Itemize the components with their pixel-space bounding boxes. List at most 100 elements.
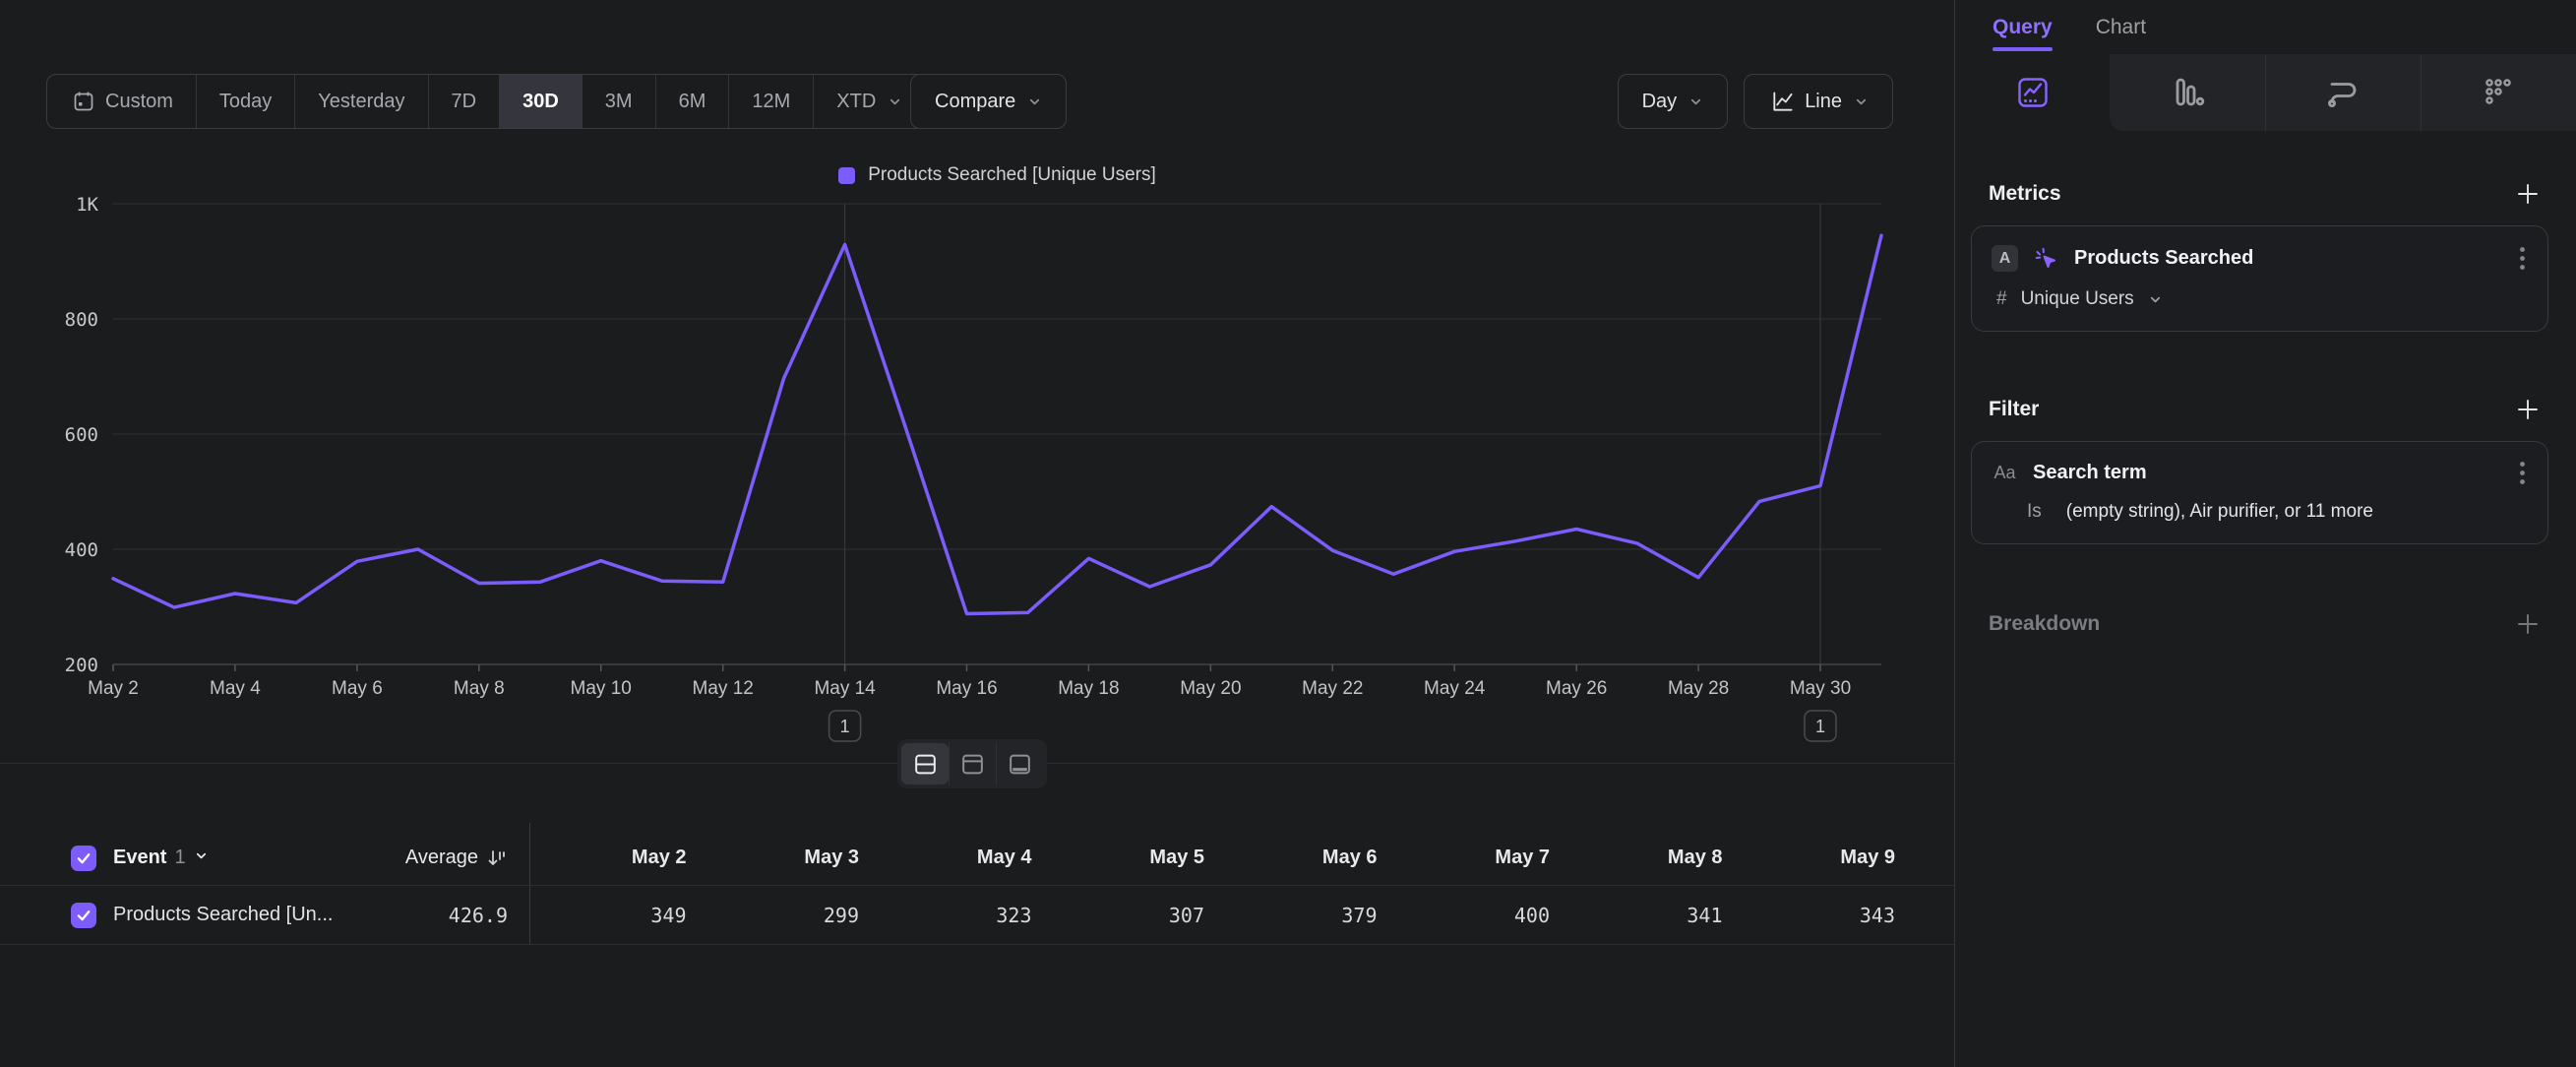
- panel-top-layout-button[interactable]: [949, 743, 996, 785]
- range-label: Custom: [105, 91, 173, 113]
- add-filter-button[interactable]: [2515, 397, 2541, 422]
- panel-bottom-icon: [1007, 751, 1033, 778]
- svg-text:200: 200: [65, 655, 98, 676]
- range-custom-button[interactable]: Custom: [47, 75, 196, 128]
- range-6m-button[interactable]: 6M: [655, 75, 729, 128]
- svg-text:May 20: May 20: [1180, 678, 1241, 699]
- tab-chart[interactable]: Chart: [2096, 0, 2146, 54]
- range-label: 30D: [522, 91, 559, 113]
- compare-button[interactable]: Compare: [910, 74, 1067, 129]
- table-value-cell: 349: [529, 904, 703, 927]
- svg-text:May 4: May 4: [210, 678, 261, 699]
- filter-card[interactable]: Aa Search term Is (empty string), Air pu…: [1971, 441, 2548, 544]
- toolbar: Custom Today Yesterday7D 30D 3M 6M 12M XTD Comp…: [0, 74, 1954, 129]
- counting-method-label: Unique Users: [2021, 288, 2134, 310]
- table-value-cell: 343: [1739, 904, 1912, 927]
- calendar-icon: [72, 90, 95, 113]
- tab-retention[interactable]: [2421, 54, 2576, 131]
- filter-condition[interactable]: Is (empty string), Air purifier, or 11 m…: [1992, 501, 2528, 523]
- metric-letter-badge: A: [1992, 245, 2018, 272]
- average-column-label: Average: [405, 847, 478, 869]
- svg-text:1K: 1K: [76, 194, 98, 216]
- table-value-cell: 323: [875, 904, 1048, 927]
- add-metric-button[interactable]: [2515, 181, 2541, 207]
- row-checkbox[interactable]: [71, 903, 96, 928]
- filter-card-row: Aa Search term: [1992, 461, 2528, 485]
- filter-menu-button[interactable]: [2517, 461, 2528, 485]
- table-row-left: Products Searched [Un... 426.9: [0, 886, 529, 944]
- svg-text:May 2: May 2: [88, 678, 139, 699]
- table-header-row: Event 1 Average May 2May 3May 4May 5May …: [0, 831, 1954, 886]
- tab-insights[interactable]: [1955, 54, 2110, 131]
- granularity-label: Day: [1642, 91, 1678, 113]
- chevron-down-icon: [1027, 94, 1042, 109]
- metric-name: Products Searched: [2074, 247, 2253, 270]
- panel-split-layout-button[interactable]: [901, 743, 949, 785]
- filter-operator: Is: [2027, 501, 2042, 523]
- svg-text:May 12: May 12: [693, 678, 754, 699]
- event-click-icon: [2033, 245, 2059, 272]
- panel-bottom-layout-button[interactable]: [996, 743, 1043, 785]
- svg-text:May 28: May 28: [1668, 678, 1729, 699]
- main-panel: Custom Today Yesterday7D 30D 3M 6M 12M XTD Comp…: [0, 0, 1954, 1067]
- filter-section-header: Filter: [1955, 397, 2576, 422]
- svg-text:May 8: May 8: [454, 678, 505, 699]
- event-column-label: Event: [113, 847, 166, 869]
- tab-chart-label: Chart: [2096, 16, 2146, 39]
- range-label: Today: [219, 91, 272, 113]
- chart-type-label: Line: [1805, 91, 1842, 113]
- metrics-section-header: Metrics: [1955, 181, 2576, 207]
- counting-method-dropdown[interactable]: # Unique Users: [1992, 288, 2528, 310]
- line-chart: 1K800600400200May 2May 4May 6May 8May 10…: [0, 187, 1919, 758]
- range-yesterday-button[interactable]: Yesterday: [294, 75, 427, 128]
- svg-text:May 6: May 6: [332, 678, 383, 699]
- range-30d-button[interactable]: 30D: [499, 75, 582, 128]
- metric-card[interactable]: A Products Searched # Unique Users: [1971, 225, 2548, 332]
- table-date-header: May 8: [1565, 847, 1739, 869]
- table-date-header: May 5: [1048, 847, 1221, 869]
- add-breakdown-button[interactable]: [2515, 611, 2541, 637]
- chart-type-button[interactable]: Line: [1744, 74, 1893, 129]
- chevron-down-icon: [1854, 94, 1869, 109]
- svg-text:May 16: May 16: [936, 678, 997, 699]
- filter-value: (empty string), Air purifier, or 11 more: [2066, 501, 2373, 523]
- annotation-badge[interactable]: 1: [829, 711, 861, 741]
- range-xtd-button[interactable]: XTD: [813, 75, 925, 128]
- tab-funnels[interactable]: [2110, 54, 2264, 131]
- panel-split-icon: [912, 751, 939, 778]
- toolbar-right: Day Line: [1618, 74, 1893, 129]
- table-date-header: May 7: [1393, 847, 1566, 869]
- table-date-header: May 6: [1220, 847, 1393, 869]
- chart-legend: Products Searched [Unique Users]: [113, 162, 1881, 188]
- svg-text:1: 1: [1815, 717, 1825, 736]
- range-label: XTD: [836, 91, 876, 113]
- annotation-badge[interactable]: 1: [1805, 711, 1836, 741]
- metrics-title: Metrics: [1989, 182, 2061, 206]
- line-chart-icon: [1770, 90, 1795, 114]
- sort-descending-icon: [486, 847, 508, 869]
- range-today-button[interactable]: Today: [196, 75, 294, 128]
- svg-text:May 14: May 14: [814, 678, 876, 699]
- legend-swatch: [838, 167, 855, 184]
- tab-query[interactable]: Query: [1993, 0, 2053, 54]
- filter-property-name: Search term: [2033, 462, 2147, 484]
- range-3m-button[interactable]: 3M: [582, 75, 655, 128]
- row-average-value: 426.9: [449, 904, 529, 927]
- funnels-icon: [2170, 75, 2205, 110]
- table-date-header: May 4: [875, 847, 1048, 869]
- select-all-checkbox[interactable]: [71, 846, 96, 871]
- event-count: 1: [174, 847, 185, 869]
- granularity-button[interactable]: Day: [1618, 74, 1729, 129]
- range-7d-button[interactable]: 7D: [428, 75, 500, 128]
- range-label: 3M: [605, 91, 633, 113]
- event-column-dropdown[interactable]: Event 1: [113, 847, 209, 869]
- range-12m-button[interactable]: 12M: [728, 75, 813, 128]
- table-date-header: May 9: [1739, 847, 1912, 869]
- tab-flows[interactable]: [2265, 54, 2421, 131]
- average-sort-control[interactable]: Average: [405, 847, 529, 869]
- metric-menu-button[interactable]: [2517, 246, 2528, 271]
- sidebar-tabs: Query Chart: [1955, 0, 2576, 54]
- range-label: 6M: [679, 91, 706, 113]
- chevron-down-icon: [2148, 292, 2163, 307]
- row-series-name: Products Searched [Un...: [113, 904, 333, 926]
